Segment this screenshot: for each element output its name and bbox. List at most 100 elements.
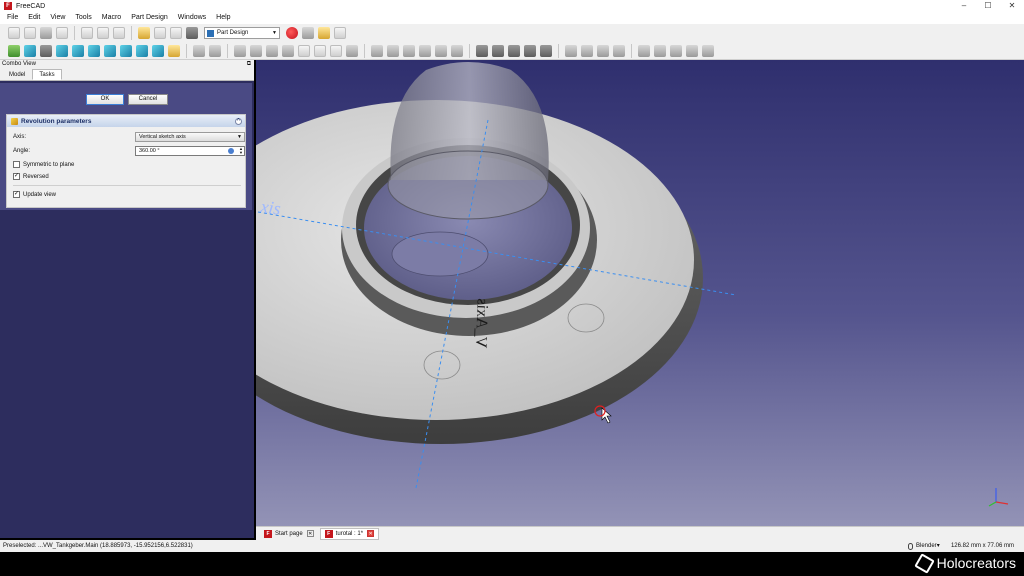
- angle-label: Angle:: [13, 148, 31, 154]
- record-macro-icon[interactable]: [286, 27, 298, 39]
- tab-document[interactable]: F turotal : 1* ✕: [319, 527, 380, 540]
- cancel-button[interactable]: Cancel: [128, 94, 168, 105]
- revolution-parameters-header[interactable]: Revolution parameters ^: [7, 115, 245, 127]
- open-file-icon[interactable]: [24, 27, 36, 39]
- minimize-button[interactable]: –: [952, 0, 976, 12]
- collapse-icon[interactable]: ^: [235, 117, 242, 125]
- toolbar-separator: [364, 43, 365, 58]
- pocket-icon[interactable]: [451, 44, 463, 57]
- reversed-checkbox[interactable]: ✓ Reversed: [13, 173, 49, 180]
- maximize-button[interactable]: ☐: [976, 0, 1000, 12]
- additive-primitive-icon[interactable]: [435, 44, 447, 57]
- menu-macro[interactable]: Macro: [97, 12, 126, 24]
- measure-icon[interactable]: [168, 44, 180, 57]
- linear-pattern-icon[interactable]: [581, 44, 593, 57]
- paste-icon[interactable]: [113, 27, 125, 39]
- validate-sketch-icon[interactable]: [266, 44, 278, 57]
- fit-all-icon[interactable]: [8, 44, 20, 57]
- view-right-icon[interactable]: [104, 44, 116, 57]
- whats-this-icon[interactable]: [186, 27, 198, 39]
- thickness-icon[interactable]: [686, 44, 698, 57]
- angle-input[interactable]: 360.00 ° ▲ ▼: [135, 146, 245, 156]
- expression-icon[interactable]: [228, 148, 234, 154]
- groove-icon[interactable]: [492, 44, 504, 57]
- create-body-icon[interactable]: [234, 44, 246, 57]
- tab-start-page[interactable]: F Start page ✕: [260, 528, 318, 540]
- run-macro-icon[interactable]: [334, 27, 346, 39]
- stop-macro-icon[interactable]: [302, 27, 314, 39]
- additive-loft-icon[interactable]: [403, 44, 415, 57]
- refresh-icon[interactable]: [170, 27, 182, 39]
- create-part-icon[interactable]: [193, 44, 205, 57]
- view-bottom-icon[interactable]: [136, 44, 148, 57]
- angle-row: Angle: 360.00 ° ▲ ▼: [13, 146, 245, 156]
- view-dimensions: 126.82 mm x 77.06 mm: [950, 543, 1014, 549]
- revolution-icon[interactable]: [387, 44, 399, 57]
- close-icon[interactable]: ✕: [306, 530, 314, 537]
- create-group-icon[interactable]: [209, 44, 221, 57]
- toolbar-separator: [631, 43, 632, 58]
- menu-file[interactable]: File: [2, 12, 23, 24]
- menu-edit[interactable]: Edit: [23, 12, 45, 24]
- menu-windows[interactable]: Windows: [173, 12, 211, 24]
- create-sketch-icon[interactable]: [250, 44, 262, 57]
- view-top-icon[interactable]: [88, 44, 100, 57]
- navigation-style-selector[interactable]: Blender ▾: [908, 540, 940, 552]
- cut-icon[interactable]: [81, 27, 93, 39]
- mirrored-icon[interactable]: [565, 44, 577, 57]
- menu-help[interactable]: Help: [211, 12, 235, 24]
- additive-pipe-icon[interactable]: [419, 44, 431, 57]
- map-sketch-icon[interactable]: [282, 44, 294, 57]
- view-left-icon[interactable]: [152, 44, 164, 57]
- fit-selection-icon[interactable]: [24, 44, 36, 57]
- menu-bar: File Edit View Tools Macro Part Design W…: [0, 12, 1024, 24]
- boolean-icon[interactable]: [702, 44, 714, 57]
- edit-macro-icon[interactable]: [318, 27, 330, 39]
- tab-tasks[interactable]: Tasks: [32, 69, 62, 80]
- redo-icon[interactable]: [154, 27, 166, 39]
- ok-button[interactable]: OK: [86, 94, 124, 105]
- new-file-icon[interactable]: [8, 27, 20, 39]
- multi-transform-icon[interactable]: [613, 44, 625, 57]
- menu-part-design[interactable]: Part Design: [126, 12, 173, 24]
- view-rear-icon[interactable]: [120, 44, 132, 57]
- chamfer-icon[interactable]: [654, 44, 666, 57]
- checkmark-icon: ✓: [13, 173, 20, 180]
- datum-line-icon[interactable]: [314, 44, 326, 57]
- view-front-icon[interactable]: [72, 44, 84, 57]
- subtractive-loft-icon[interactable]: [508, 44, 520, 57]
- save-icon[interactable]: [40, 27, 52, 39]
- pad-icon[interactable]: [371, 44, 383, 57]
- subtractive-pipe-icon[interactable]: [524, 44, 536, 57]
- 3d-viewport[interactable]: xis V_Axis: [256, 60, 1024, 526]
- axis-select[interactable]: Vertical sketch axis ▼: [135, 132, 245, 142]
- tab-model[interactable]: Model: [2, 69, 32, 80]
- dock-float-icon[interactable]: ⧉: [247, 60, 251, 69]
- copy-icon[interactable]: [97, 27, 109, 39]
- view-isometric-icon[interactable]: [56, 44, 68, 57]
- subtractive-primitive-icon[interactable]: [540, 44, 552, 57]
- draft-icon[interactable]: [670, 44, 682, 57]
- update-view-checkbox[interactable]: ✓ Update view: [13, 191, 56, 198]
- workbench-selector[interactable]: Part Design ▼: [204, 27, 280, 39]
- shape-binder-icon[interactable]: [346, 44, 358, 57]
- symmetric-checkbox[interactable]: Symmetric to plane: [13, 161, 74, 168]
- 3d-scene[interactable]: xis V_Axis: [256, 60, 1024, 526]
- title-bar: F FreeCAD – ☐ ✕: [0, 0, 1024, 12]
- draw-style-icon[interactable]: [40, 44, 52, 57]
- spinbox-arrows-icon[interactable]: ▲ ▼: [239, 147, 243, 155]
- print-icon[interactable]: [56, 27, 68, 39]
- status-bar: Preselected: ...VW_Tankgeber.Main (18.88…: [0, 540, 1024, 552]
- datum-point-icon[interactable]: [298, 44, 310, 57]
- close-button[interactable]: ✕: [1000, 0, 1024, 12]
- hole-icon[interactable]: [476, 44, 488, 57]
- menu-view[interactable]: View: [45, 12, 70, 24]
- menu-tools[interactable]: Tools: [70, 12, 96, 24]
- document-tabs: F Start page ✕ F turotal : 1* ✕: [256, 526, 1024, 540]
- close-icon[interactable]: ✕: [367, 530, 375, 537]
- datum-plane-icon[interactable]: [330, 44, 342, 57]
- file-toolbar: Part Design ▼: [0, 24, 1024, 42]
- polar-pattern-icon[interactable]: [597, 44, 609, 57]
- fillet-icon[interactable]: [638, 44, 650, 57]
- undo-icon[interactable]: [138, 27, 150, 39]
